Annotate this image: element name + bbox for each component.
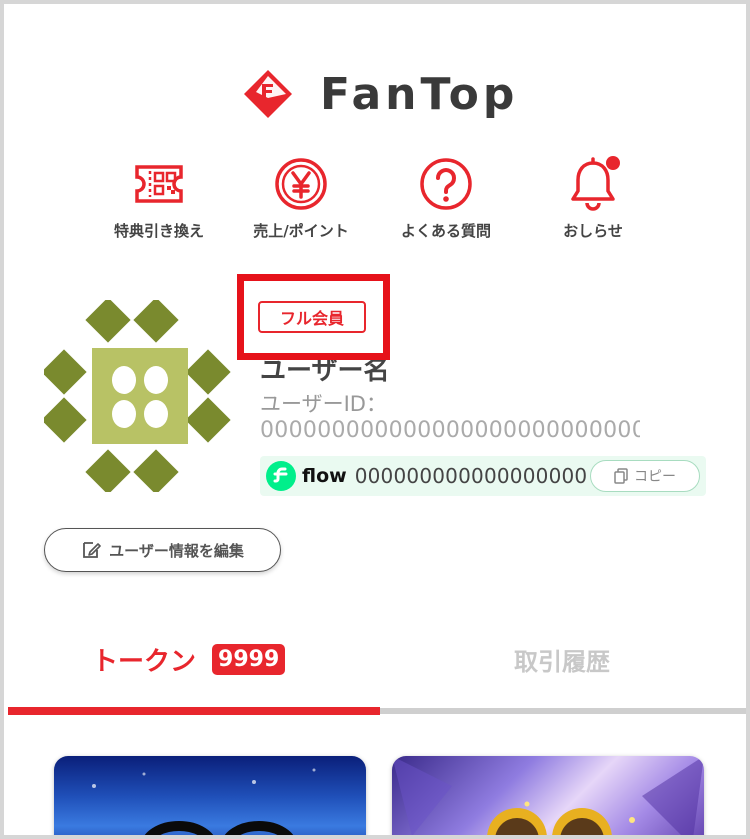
notification-dot [606,156,620,170]
edit-user-info-button[interactable]: ユーザー情報を編集 [44,528,281,572]
fantop-logo: FanTop [242,66,518,122]
avatar [44,300,231,492]
menu-item-label: 売上/ポイント [253,222,349,240]
tab-history-label: 取引履歴 [514,647,610,676]
edit-button-label: ユーザー情報を編集 [109,541,244,560]
copy-icon [614,468,628,484]
token-card[interactable] [392,756,704,835]
tab-active-indicator [8,707,380,715]
fantop-logo-icon [244,70,292,118]
flow-wallet-row: flow 000000000000000000 コピー [260,456,706,496]
menu-item-label: おしらせ [563,222,623,240]
app-frame: FanTop 特典引き換え 売上/ポイント よくある質問 おしらせ ユーザー名 … [0,0,750,839]
token-card-artwork [92,768,316,835]
tab-token[interactable]: トークン 9999 [92,634,286,684]
edit-icon [83,542,101,558]
brand-name: FanTop [320,68,519,120]
menu-item-label: よくある質問 [400,222,491,240]
menu-item-notices[interactable]: おしらせ [518,154,668,241]
token-card[interactable] [54,756,366,835]
menu-item-label: 特典引き換え [113,222,204,240]
copy-button-label: コピー [634,469,676,485]
menu-item-faq[interactable]: よくある質問 [371,154,521,241]
token-count-badge: 9999 [212,643,286,675]
yen-coin-icon [271,154,331,214]
flow-logo-icon [266,461,296,491]
quick-menu: 特典引き換え 売上/ポイント よくある質問 おしらせ [4,154,746,254]
token-card-artwork [392,756,704,835]
ticket-qr-icon [129,154,189,214]
question-circle-icon [416,154,476,214]
flow-label: flow [302,465,347,487]
tab-token-label: トークン [92,646,197,677]
user-id-value: 0000000000000000000000000000 [260,418,640,443]
copy-button[interactable]: コピー [590,460,700,492]
menu-item-rewards[interactable]: 特典引き換え [84,154,234,241]
flow-address: 000000000000000000 [354,464,588,488]
user-id-label: ユーザーID： [260,392,387,416]
menu-item-sales-points[interactable]: 売上/ポイント [226,154,376,241]
membership-badge: フル会員 [258,301,366,333]
bell-icon [563,154,623,214]
tab-transaction-history[interactable]: 取引履歴 [514,634,610,684]
